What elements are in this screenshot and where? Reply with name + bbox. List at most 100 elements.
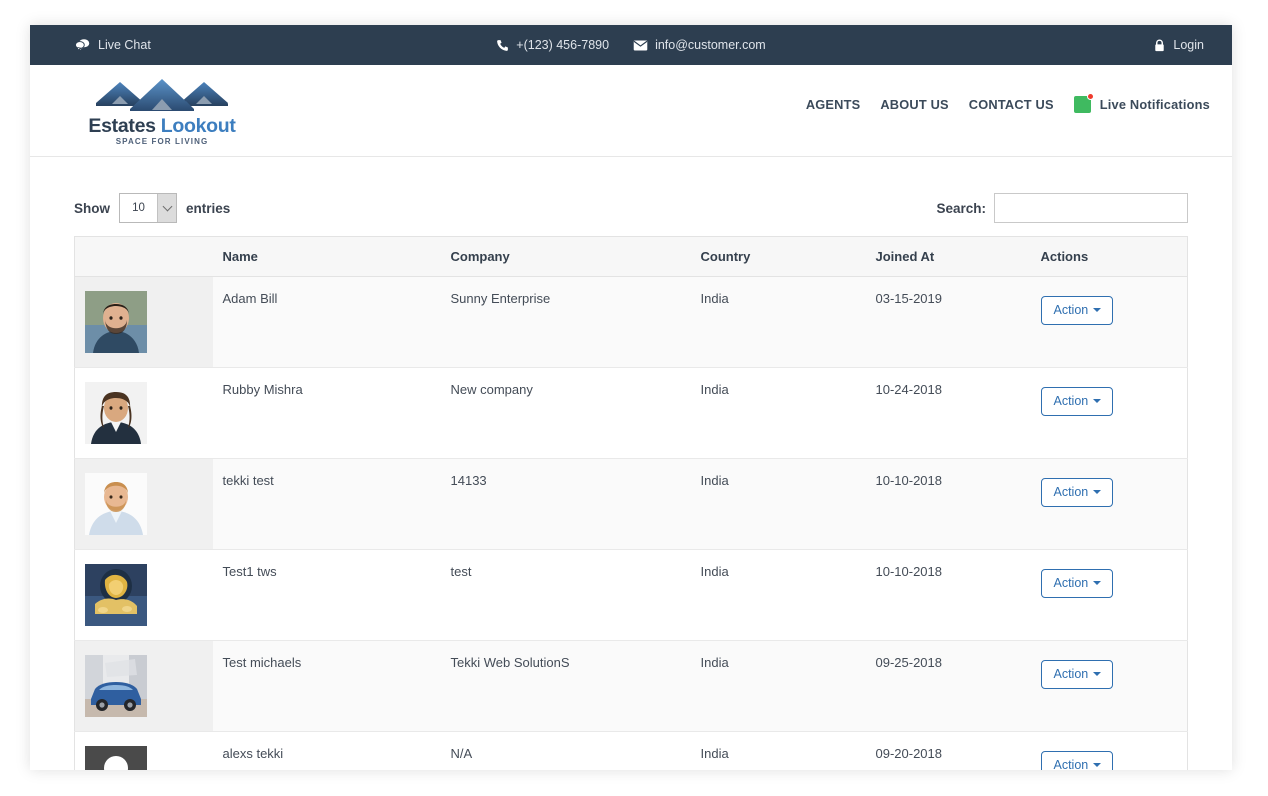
action-button-label: Action [1053,758,1089,770]
row-avatar-cell [74,276,213,368]
column-header-name[interactable]: Name [212,236,441,277]
nav-about-us[interactable]: ABOUT US [880,97,948,112]
cell-name: Rubby Mishra [212,367,441,459]
phone-icon [496,39,509,52]
table-body: Adam Bill Sunny Enterprise India 03-15-2… [74,276,1188,770]
notification-square-icon [1073,93,1094,113]
cell-joined-at: 10-10-2018 [865,458,1031,550]
nav-contact-us[interactable]: CONTACT US [969,97,1054,112]
login-button[interactable]: Login [1154,38,1204,52]
site-panel: Live Chat +(123) 456-7890 info@customer.… [30,25,1232,770]
column-header-country[interactable]: Country [690,236,866,277]
entries-label: entries [186,200,231,216]
action-dropdown-button[interactable]: Action [1040,478,1114,507]
action-button-label: Action [1053,394,1089,408]
avatar [85,382,147,444]
logo-word-1: Estates [88,115,156,137]
column-header-company[interactable]: Company [440,236,691,277]
nav-agents[interactable]: AGENTS [806,97,861,112]
content-area: Show 10 entries Search: Name Company Cou… [30,157,1232,770]
cell-joined-at: 10-10-2018 [865,549,1031,641]
column-header-avatar[interactable] [74,236,213,277]
column-header-joined-at[interactable]: Joined At [865,236,1031,277]
envelope-icon [633,40,648,51]
cell-joined-at: 09-25-2018 [865,640,1031,732]
cell-name: alexs tekki [212,731,441,770]
cell-actions: Action [1030,731,1188,770]
page-root: Live Chat +(123) 456-7890 info@customer.… [0,0,1268,796]
table-row: Test michaels Tekki Web SolutionS India … [74,640,1188,732]
datatable-controls: Show 10 entries Search: [74,193,1188,223]
cell-joined-at: 03-15-2019 [865,276,1031,368]
search-label: Search: [936,200,986,216]
search-control: Search: [936,193,1188,223]
logo-wordmark: Estates Lookout [72,116,252,136]
action-button-label: Action [1053,303,1089,317]
table-header: Name Company Country Joined At Actions [74,236,1188,277]
column-header-actions[interactable]: Actions [1030,236,1188,277]
site-logo[interactable]: Estates Lookout SPACE FOR LIVING [72,75,252,146]
cell-joined-at: 09-20-2018 [865,731,1031,770]
cell-country: India [690,549,866,641]
action-button-label: Action [1053,485,1089,499]
cell-company: test [440,549,691,641]
lock-icon [1154,39,1165,52]
cell-name: tekki test [212,458,441,550]
cell-actions: Action [1030,276,1188,368]
email-address: info@customer.com [655,38,766,52]
caret-down-icon [1093,399,1102,404]
cell-actions: Action [1030,458,1188,550]
logo-tagline: SPACE FOR LIVING [115,137,209,147]
table-row: Test1 tws test India 10-10-2018 Action [74,549,1188,641]
row-avatar-cell [74,640,213,732]
top-utility-bar: Live Chat +(123) 456-7890 info@customer.… [30,25,1232,65]
table-row: alexs tekki N/A India 09-20-2018 Action [74,731,1188,770]
cell-company: 14133 [440,458,691,550]
action-dropdown-button[interactable]: Action [1040,387,1114,416]
avatar [85,564,147,626]
cell-company: Tekki Web SolutionS [440,640,691,732]
caret-down-icon [1093,581,1102,586]
site-header: Estates Lookout SPACE FOR LIVING AGENTS … [30,65,1232,157]
houses-roofline-icon [96,79,228,111]
row-avatar-cell [74,458,213,550]
cell-company: Sunny Enterprise [440,276,691,368]
table-row: Adam Bill Sunny Enterprise India 03-15-2… [74,276,1188,368]
topbar-contact-group: +(123) 456-7890 info@customer.com [30,38,1232,52]
main-navigation: AGENTS ABOUT US CONTACT US Live Notifica… [806,93,1210,113]
chevron-down-icon [157,194,176,222]
logo-word-2: Lookout [160,115,236,137]
notification-badge-dot [1086,93,1094,100]
cell-company: N/A [440,731,691,770]
login-label: Login [1173,38,1204,52]
action-dropdown-button[interactable]: Action [1040,296,1114,325]
avatar [85,746,147,770]
action-dropdown-button[interactable]: Action [1040,660,1114,689]
action-button-label: Action [1053,576,1089,590]
row-avatar-cell [74,731,213,770]
agents-table: Name Company Country Joined At Actions A… [74,236,1188,770]
page-length-value: 10 [132,202,145,214]
email-link[interactable]: info@customer.com [633,38,766,52]
action-dropdown-button[interactable]: Action [1040,751,1114,770]
page-length-select[interactable]: 10 [119,193,177,223]
row-avatar-cell [74,367,213,459]
cell-joined-at: 10-24-2018 [865,367,1031,459]
live-notifications-button[interactable]: Live Notifications [1073,93,1210,113]
action-button-label: Action [1053,667,1089,681]
row-avatar-cell [74,549,213,641]
cell-country: India [690,276,866,368]
cell-company: New company [440,367,691,459]
cell-country: India [690,640,866,732]
caret-down-icon [1093,308,1102,313]
avatar [85,291,147,353]
avatar [85,655,147,717]
phone-number: +(123) 456-7890 [516,38,610,52]
page-length-control: Show 10 entries [74,193,230,223]
phone-link[interactable]: +(123) 456-7890 [496,38,609,52]
search-input[interactable] [994,193,1188,223]
caret-down-icon [1093,490,1102,495]
cell-country: India [690,367,866,459]
action-dropdown-button[interactable]: Action [1040,569,1114,598]
table-row: Rubby Mishra New company India 10-24-201… [74,367,1188,459]
